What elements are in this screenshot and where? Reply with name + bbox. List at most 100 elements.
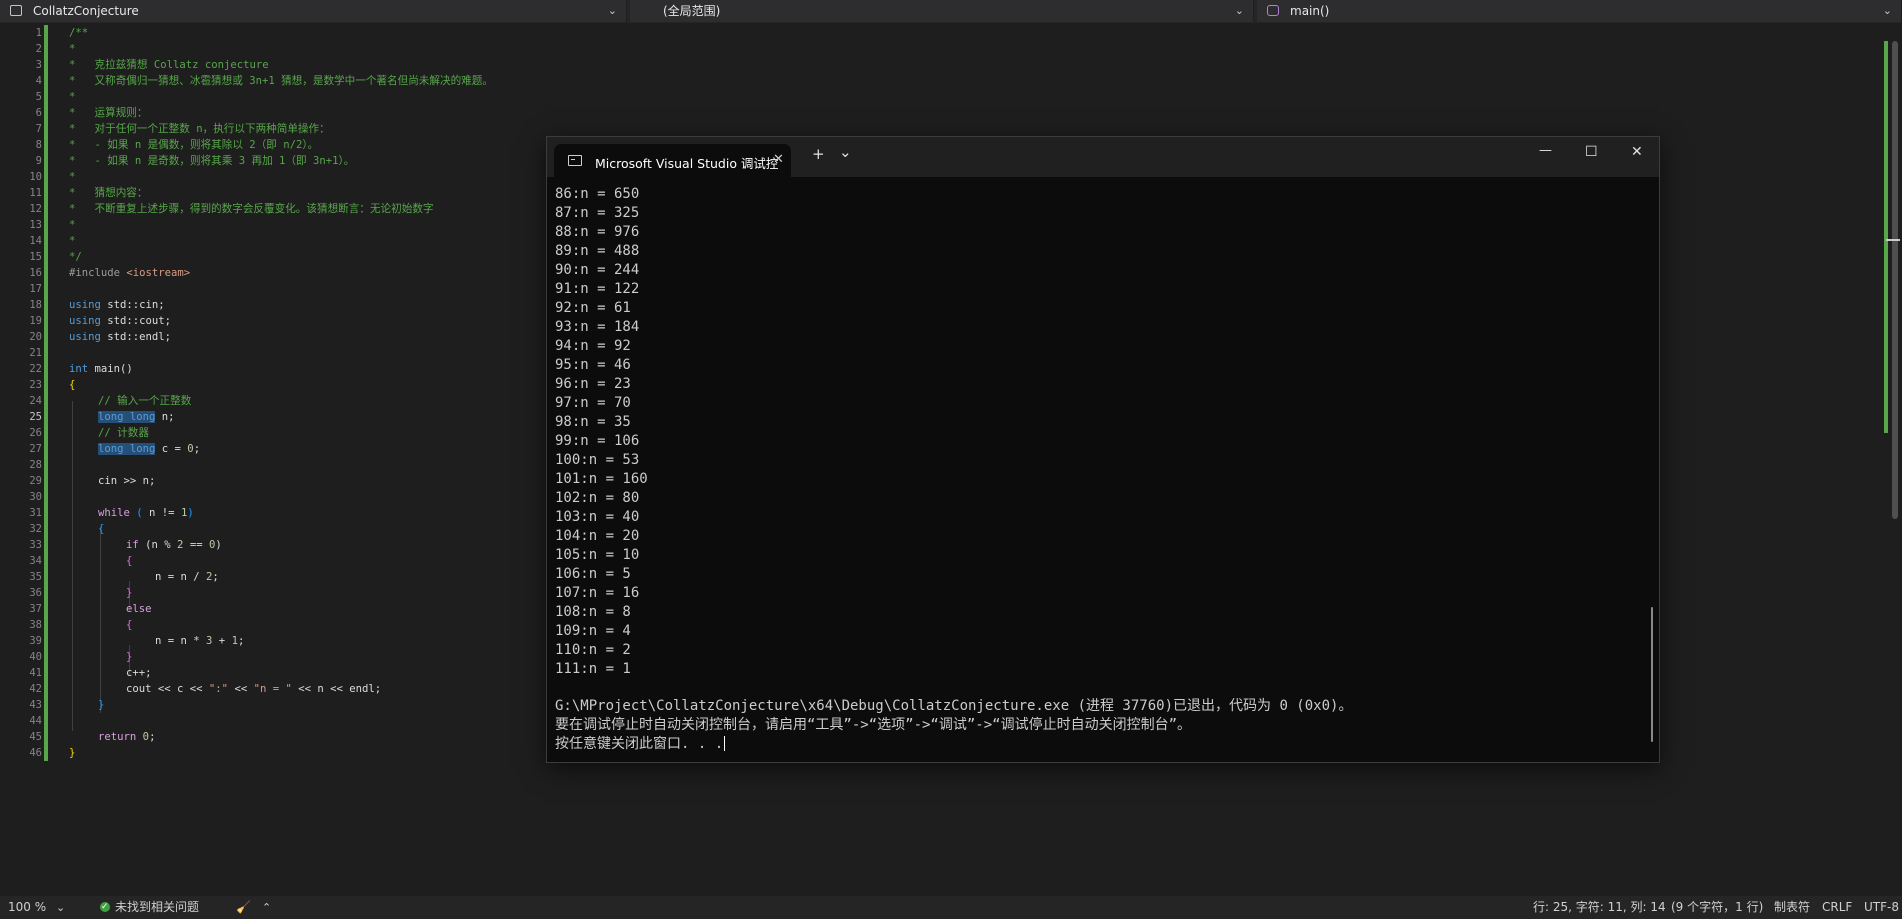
console-output-line: 89:n = 488 (555, 243, 640, 259)
scope-label: (全局范围) (663, 4, 721, 18)
line-number: 45 (29, 731, 42, 743)
line-number: 10 (29, 171, 42, 183)
maximize-button[interactable]: ☐ (1585, 144, 1598, 160)
code-line: * 猜想内容： (69, 187, 148, 199)
code-line: /** (69, 27, 89, 39)
console-output-line: 106:n = 5 (555, 566, 631, 582)
line-number: 14 (29, 235, 42, 247)
console-output-line: 95:n = 46 (555, 357, 631, 373)
chevron-down-icon[interactable]: ⌄ (56, 896, 65, 919)
line-number: 40 (29, 651, 42, 663)
code-line: n = n / 2; (155, 571, 219, 583)
code-line: int main() (69, 363, 133, 375)
line-number: 8 (35, 139, 42, 151)
console-output-line: 107:n = 16 (555, 585, 640, 601)
line-number: 9 (35, 155, 42, 167)
line-number: 35 (29, 571, 42, 583)
line-number: 1 (35, 27, 42, 39)
zoom-level[interactable]: 100 % (8, 896, 46, 919)
chevron-down-icon[interactable]: ⌄ (839, 143, 852, 161)
console-output-line: 101:n = 160 (555, 471, 648, 487)
code-line: cin >> n; (98, 475, 156, 487)
status-bar: 100 % ⌄ 未找到相关问题 🧹 ⌃ 行: 25, 字符: 11, 列: 14… (0, 896, 1902, 919)
code-line: */ (69, 251, 82, 263)
broom-icon[interactable]: 🧹 (236, 896, 251, 919)
line-number: 20 (29, 331, 42, 343)
line-number: 39 (29, 635, 42, 647)
console-tab[interactable]: Microsoft Visual Studio 调试控 ✕ (554, 144, 791, 177)
console-scrollbar[interactable] (1651, 607, 1653, 742)
close-button[interactable]: ✕ (1631, 144, 1643, 160)
tab-close-icon[interactable]: ✕ (773, 152, 784, 167)
indent-guide (72, 401, 73, 731)
line-number: 12 (29, 203, 42, 215)
new-tab-button[interactable]: + (812, 145, 825, 163)
issues-indicator[interactable]: 未找到相关问题 (100, 896, 199, 919)
exit-message: G:\MProject\CollatzConjecture\x64\Debug\… (555, 698, 1353, 714)
code-line: * - 如果 n 是偶数，则将其除以 2（即 n/2）。 (69, 139, 319, 151)
line-number: 36 (29, 587, 42, 599)
console-output-line: 99:n = 106 (555, 433, 640, 449)
console-output-line: 108:n = 8 (555, 604, 631, 620)
console-output-line: 104:n = 20 (555, 528, 640, 544)
selection-info[interactable]: (9 个字符，1 行) (1671, 896, 1763, 919)
code-line: n = n * 3 + 1; (155, 635, 245, 647)
code-line: } (98, 699, 105, 711)
line-number: 37 (29, 603, 42, 615)
line-number: 16 (29, 267, 42, 279)
console-output-line: 87:n = 325 (555, 205, 640, 221)
line-number: 21 (29, 347, 42, 359)
chevron-up-icon[interactable]: ⌃ (262, 896, 271, 919)
code-line: while ( n != 1) (98, 507, 194, 519)
line-number: 11 (29, 187, 42, 199)
line-number: 31 (29, 507, 42, 519)
console-output-line: 103:n = 40 (555, 509, 640, 525)
console-output-line: 105:n = 10 (555, 547, 640, 563)
chevron-down-icon[interactable]: ⌄ (1883, 0, 1892, 22)
code-line: * (69, 171, 76, 183)
line-number: 4 (35, 75, 42, 87)
line-ending[interactable]: CRLF (1822, 896, 1852, 919)
console-output-line: 111:n = 1 (555, 661, 631, 677)
console-output: 86:n = 650 87:n = 325 88:n = 976 89:n = 488… (555, 185, 1645, 679)
code-line: * (69, 219, 76, 231)
line-number: 7 (35, 123, 42, 135)
indentation-mode[interactable]: 制表符 (1774, 896, 1810, 919)
line-number: 41 (29, 667, 42, 679)
code-line: #include <iostream> (69, 267, 191, 279)
vertical-scrollbar[interactable] (1880, 23, 1902, 896)
line-number: 42 (29, 683, 42, 695)
line-number: 3 (35, 59, 42, 71)
chevron-down-icon[interactable]: ⌄ (608, 0, 617, 22)
line-number: 2 (35, 43, 42, 55)
line-number: 23 (29, 379, 42, 391)
scope-dropdown[interactable]: (全局范围) ⌄ (630, 0, 1254, 22)
indent-guide (100, 527, 101, 713)
line-number: 5 (35, 91, 42, 103)
debug-console-window[interactable]: Microsoft Visual Studio 调试控 ✕ + ⌄ — ☐ ✕ … (546, 136, 1660, 763)
member-dropdown[interactable]: main() ⌄ (1257, 0, 1902, 22)
project-dropdown[interactable]: CollatzConjecture ⌄ (0, 0, 627, 22)
minimize-button[interactable]: — (1539, 143, 1552, 158)
code-line: using std::cout; (69, 315, 172, 327)
file-encoding[interactable]: UTF-8 (1864, 896, 1899, 919)
chevron-down-icon[interactable]: ⌄ (1235, 0, 1244, 22)
line-number: 34 (29, 555, 42, 567)
code-line: { (98, 523, 105, 535)
line-number: 33 (29, 539, 42, 551)
code-line: { (126, 619, 133, 631)
console-title-bar[interactable]: Microsoft Visual Studio 调试控 ✕ + ⌄ — ☐ ✕ (547, 137, 1659, 177)
console-output-line: 96:n = 23 (555, 376, 631, 392)
code-line: } (69, 747, 76, 759)
console-output-line: 110:n = 2 (555, 642, 631, 658)
console-output-line: 98:n = 35 (555, 414, 631, 430)
change-indicator-bar (44, 25, 48, 761)
line-number: 22 (29, 363, 42, 375)
cursor-position[interactable]: 行: 25, 字符: 11, 列: 14 (1533, 896, 1666, 919)
console-output-line: 94:n = 92 (555, 338, 631, 354)
line-number: 15 (29, 251, 42, 263)
code-line: * (69, 235, 76, 247)
line-number: 29 (29, 475, 42, 487)
scrollbar-thumb[interactable] (1892, 41, 1898, 519)
code-line: // 输入一个正整数 (98, 395, 192, 407)
